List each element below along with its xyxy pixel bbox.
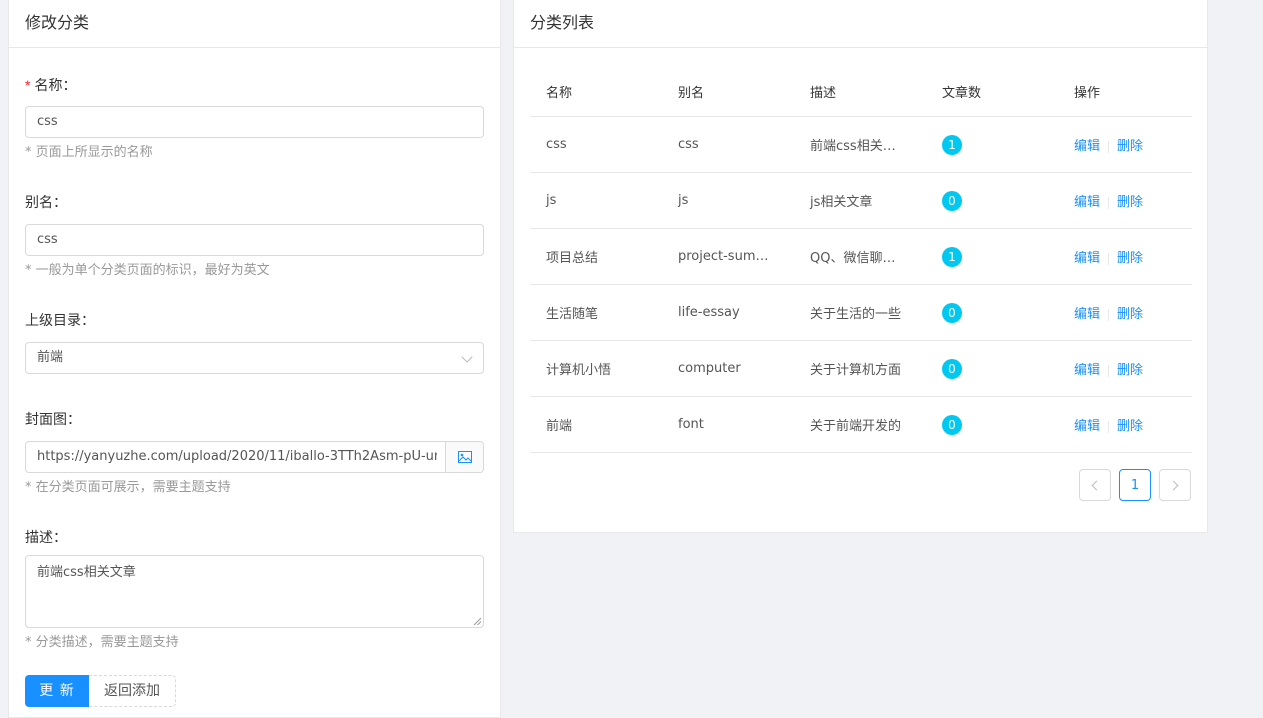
row-name: js bbox=[546, 193, 557, 208]
edit-link[interactable]: 编辑 bbox=[1074, 251, 1100, 266]
cover-label: 封面图： bbox=[25, 412, 81, 428]
row-slug: computer bbox=[678, 361, 741, 376]
name-label: 名称： bbox=[34, 78, 77, 94]
desc-textarea-value: 前端css相关文章 bbox=[37, 565, 136, 580]
parent-label: 上级目录： bbox=[25, 313, 95, 329]
row-desc: 关于生活的一些 bbox=[810, 307, 902, 322]
row-name: 项目总结 bbox=[546, 251, 599, 266]
required-mark: * bbox=[25, 77, 31, 93]
column-header-desc: 描述 bbox=[810, 86, 837, 101]
edit-link[interactable]: 编辑 bbox=[1074, 139, 1100, 154]
post-count-badge: 0 bbox=[942, 190, 962, 211]
table-row: 生活随笔 life-essay 关于生活的一些 0 编辑 删除 bbox=[530, 285, 1192, 341]
image-icon bbox=[457, 451, 472, 463]
row-desc: js相关文章 bbox=[810, 195, 873, 210]
slug-help: * 一般为单个分类页面的标识，最好为英文 bbox=[25, 263, 270, 278]
row-slug: font bbox=[678, 417, 704, 432]
cover-input[interactable]: https://yanyuzhe.com/upload/2020/11/ibal… bbox=[25, 441, 484, 473]
row-name: 生活随笔 bbox=[546, 307, 599, 322]
slug-input[interactable]: css bbox=[25, 224, 484, 256]
row-name: 计算机小悟 bbox=[546, 363, 612, 378]
edit-link[interactable]: 编辑 bbox=[1074, 195, 1100, 210]
row-desc: QQ、微信聊天记录 bbox=[810, 251, 922, 266]
divider bbox=[1108, 196, 1110, 209]
cover-input-value: https://yanyuzhe.com/upload/2020/11/ibal… bbox=[37, 449, 437, 464]
row-name: css bbox=[546, 137, 567, 152]
parent-select-value: 前端 bbox=[37, 350, 64, 365]
edit-category-title: 修改分类 bbox=[9, 0, 500, 48]
name-input[interactable]: css bbox=[25, 106, 484, 138]
prev-page-button[interactable] bbox=[1079, 469, 1111, 501]
divider bbox=[1108, 420, 1110, 433]
column-header-count: 文章数 bbox=[942, 86, 982, 101]
post-count-badge: 1 bbox=[942, 246, 962, 267]
edit-category-card: 修改分类 * 名称： css * 页面上所显示的名称 别名： css * 一般为单… bbox=[8, 0, 501, 718]
delete-link[interactable]: 删除 bbox=[1117, 195, 1143, 210]
desc-label: 描述： bbox=[25, 530, 67, 546]
desc-help: * 分类描述，需要主题支持 bbox=[25, 635, 179, 650]
cover-field: 封面图： https://yanyuzhe.com/upload/2020/11… bbox=[25, 410, 484, 495]
next-page-button[interactable] bbox=[1159, 469, 1191, 501]
delete-link[interactable]: 删除 bbox=[1117, 307, 1143, 322]
divider bbox=[1108, 252, 1110, 265]
back-to-add-button[interactable]: 返回添加 bbox=[89, 675, 176, 707]
table-row: 计算机小悟 computer 关于计算机方面 0 编辑 删除 bbox=[530, 341, 1192, 397]
category-table: 名称 别名 描述 文章数 操作 css css 前端css相关文章 1 编辑 删除… bbox=[530, 67, 1192, 453]
delete-link[interactable]: 删除 bbox=[1117, 363, 1143, 378]
chevron-right-icon bbox=[1168, 480, 1179, 490]
cover-help: * 在分类页面可展示，需要主题支持 bbox=[25, 480, 231, 495]
name-field: * 名称： css * 页面上所显示的名称 bbox=[25, 75, 484, 160]
table-row: css css 前端css相关文章 1 编辑 删除 bbox=[530, 117, 1192, 173]
desc-textarea[interactable]: 前端css相关文章 bbox=[25, 555, 484, 628]
row-slug: js bbox=[678, 193, 689, 208]
update-button[interactable]: 更 新 bbox=[25, 675, 89, 707]
table-header: 名称 别名 描述 文章数 操作 bbox=[530, 67, 1192, 117]
parent-select[interactable]: 前端 bbox=[25, 342, 484, 374]
table-row: 项目总结 project-summary QQ、微信聊天记录 1 编辑 删除 bbox=[530, 229, 1192, 285]
slug-label: 别名： bbox=[25, 195, 67, 211]
divider bbox=[1108, 308, 1110, 321]
row-desc: 前端css相关文章 bbox=[810, 139, 909, 154]
post-count-badge: 0 bbox=[942, 302, 962, 323]
delete-link[interactable]: 删除 bbox=[1117, 251, 1143, 266]
category-list-card: 分类列表 名称 别名 描述 文章数 操作 css css 前端css相关文章 1… bbox=[513, 0, 1208, 533]
column-header-name: 名称 bbox=[546, 86, 573, 101]
edit-link[interactable]: 编辑 bbox=[1074, 419, 1100, 434]
post-count-badge: 0 bbox=[942, 358, 962, 379]
post-count-badge: 0 bbox=[942, 414, 962, 435]
slug-field: 别名： css * 一般为单个分类页面的标识，最好为英文 bbox=[25, 193, 484, 278]
table-row: 前端 font 关于前端开发的 0 编辑 删除 bbox=[530, 397, 1192, 453]
divider bbox=[1108, 140, 1110, 153]
row-slug: life-essay bbox=[678, 305, 740, 320]
divider bbox=[1108, 364, 1110, 377]
edit-link[interactable]: 编辑 bbox=[1074, 307, 1100, 322]
column-header-slug: 别名 bbox=[678, 86, 705, 101]
chevron-down-icon bbox=[461, 351, 473, 363]
category-list-title: 分类列表 bbox=[514, 0, 1207, 48]
table-row: js js js相关文章 0 编辑 删除 bbox=[530, 173, 1192, 229]
parent-field: 上级目录： 前端 bbox=[25, 311, 484, 374]
row-desc: 关于前端开发的 bbox=[810, 419, 902, 434]
row-slug: project-summary bbox=[678, 249, 790, 264]
edit-link[interactable]: 编辑 bbox=[1074, 363, 1100, 378]
delete-link[interactable]: 删除 bbox=[1117, 419, 1143, 434]
chevron-left-icon bbox=[1091, 480, 1102, 490]
row-slug: css bbox=[678, 137, 699, 152]
name-help: * 页面上所显示的名称 bbox=[25, 145, 153, 160]
image-picker-button[interactable] bbox=[445, 442, 483, 472]
delete-link[interactable]: 删除 bbox=[1117, 139, 1143, 154]
desc-field: 描述： 前端css相关文章 * 分类描述，需要主题支持 bbox=[25, 528, 484, 650]
resize-handle-icon[interactable] bbox=[473, 617, 481, 625]
post-count-badge: 1 bbox=[942, 134, 962, 155]
column-header-actions: 操作 bbox=[1074, 86, 1101, 101]
row-name: 前端 bbox=[546, 419, 573, 434]
row-desc: 关于计算机方面 bbox=[810, 363, 902, 378]
page-1-button[interactable]: 1 bbox=[1119, 469, 1151, 501]
